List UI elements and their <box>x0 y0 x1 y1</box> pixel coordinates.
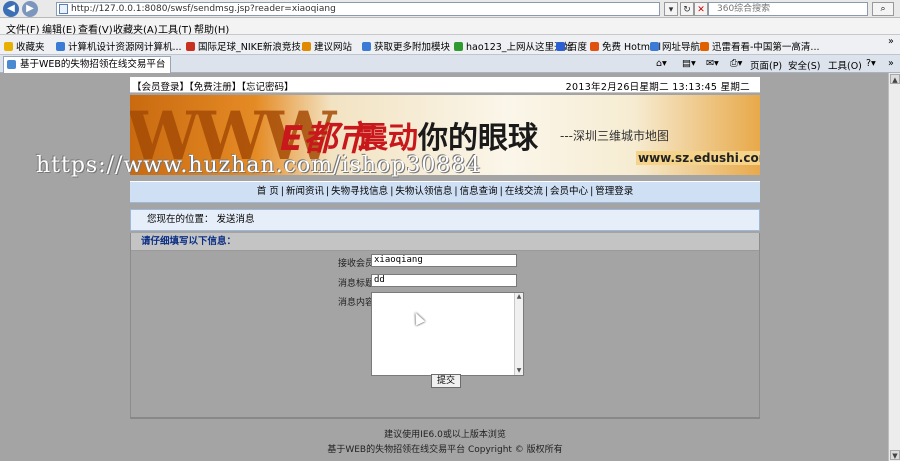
page-icon <box>650 42 659 51</box>
address-dropdown-icon[interactable]: ▾ <box>664 2 678 16</box>
favorite-link[interactable]: 建议网站 <box>302 39 352 53</box>
nav-lost-search[interactable]: 失物寻找信息 <box>331 186 388 197</box>
receiver-input[interactable]: xiaoqiang <box>371 254 517 267</box>
favorite-link[interactable]: 百度 <box>556 39 587 53</box>
page-icon <box>590 42 599 51</box>
page-viewport: 【会员登录】【免费注册】【忘记密码】 2013年2月26日星期二 13:13:4… <box>0 73 888 461</box>
send-message-form: 请仔细填写以下信息： 接收会员: xiaoqiang 消息标题: dd 消息内容… <box>130 233 760 417</box>
favorite-link[interactable]: 国际足球_NIKE新浪竞技... <box>186 39 310 53</box>
chevron-up-icon[interactable]: ▲ <box>890 74 900 84</box>
favorites-bar: 收藏夹 计算机设计资源网计算机... 国际足球_NIKE新浪竞技... 建议网站… <box>0 35 900 55</box>
page-icon <box>556 42 565 51</box>
nav-news[interactable]: 新闻资讯 <box>286 186 324 197</box>
page-icon <box>454 42 463 51</box>
page-icon <box>700 42 709 51</box>
forward-icon[interactable]: ▶ <box>22 1 38 17</box>
login-link[interactable]: 【会员登录】 <box>132 82 189 93</box>
address-bar-row: ◀ ▶ http://127.0.0.1:8080/swsf/sendmsg.j… <box>0 0 900 18</box>
menu-bar: 文件(F) 编辑(E) 查看(V) 收藏夹(A) 工具(T) 帮助(H) <box>0 18 900 36</box>
help-icon[interactable]: ?▾ <box>866 58 876 69</box>
nav-member-center[interactable]: 会员中心 <box>550 186 588 197</box>
menu-tools[interactable]: 工具(T) <box>158 21 192 36</box>
banner: WWW E都市 震动你的眼球 ---深圳三维城市地图 www.sz.edushi… <box>130 95 760 175</box>
page-scrollbar[interactable]: ▲ ▼ <box>888 73 900 461</box>
search-input[interactable]: 360综合搜索 <box>708 2 868 16</box>
chevron-right-icon[interactable]: » <box>888 36 894 47</box>
main-nav: 首 页 | 新闻资讯 | 失物寻找信息 | 失物认领信息 | 信息查询 | 在线交流 | 会员中心 | 管理… <box>130 181 760 203</box>
page-icon <box>59 4 68 14</box>
menu-security[interactable]: 安全(S) <box>788 58 820 72</box>
stop-icon[interactable]: ✕ <box>694 2 708 16</box>
page-icon <box>186 42 195 51</box>
search-icon[interactable]: ⌕ <box>872 2 894 16</box>
favorite-link[interactable]: 获取更多附加模块 <box>362 39 450 53</box>
menu-view[interactable]: 查看(V) <box>78 21 113 36</box>
chevron-up-icon[interactable]: ▲ <box>515 293 523 301</box>
menu-tools-cmd[interactable]: 工具(O) <box>828 58 862 72</box>
footer: 建议使用IE6.0或以上版本浏览 基于WEB的失物招领在线交易平台 Copyri… <box>130 417 760 461</box>
banner-slogan: 震动你的眼球 <box>358 121 538 156</box>
favorite-link[interactable]: 计算机设计资源网计算机... <box>56 39 182 53</box>
menu-page[interactable]: 页面(P) <box>750 58 782 72</box>
form-heading: 请仔细填写以下信息： <box>131 233 759 251</box>
nav-admin-login[interactable]: 管理登录 <box>595 186 633 197</box>
nav-home[interactable]: 首 页 <box>257 186 279 197</box>
banner-url: www.sz.edushi.com <box>636 151 760 165</box>
menu-file[interactable]: 文件(F) <box>6 21 40 36</box>
content-textarea[interactable]: ▲ ▼ <box>371 292 524 376</box>
favorite-link[interactable]: 迅雷看看-中国第一高清... <box>700 39 820 53</box>
breadcrumb: 您现在的位置： 发送消息 <box>130 209 760 231</box>
url-input[interactable]: http://127.0.0.1:8080/swsf/sendmsg.jsp?r… <box>56 2 660 16</box>
submit-button[interactable]: 提交 <box>431 374 461 388</box>
mouse-pointer-icon <box>410 310 426 326</box>
textarea-scrollbar[interactable]: ▲ ▼ <box>514 293 523 375</box>
forgot-password-link[interactable]: 【忘记密码】 <box>241 82 293 93</box>
page-icon <box>302 42 311 51</box>
mail-icon[interactable]: ✉▾ <box>706 58 719 69</box>
tab-bar: 基于WEB的失物招领在线交易平台 ⌂▾ ▤▾ ✉▾ ⎙▾ 页面(P) 安全(S)… <box>0 55 900 73</box>
register-link[interactable]: 【免费注册】 <box>189 82 241 93</box>
refresh-icon[interactable]: ↻ <box>680 2 694 16</box>
favorites-button[interactable]: 收藏夹 <box>4 39 45 53</box>
top-bar: 【会员登录】【免费注册】【忘记密码】 2013年2月26日星期二 13:13:4… <box>130 77 760 93</box>
banner-subtitle: ---深圳三维城市地图 <box>560 129 669 143</box>
feeds-icon[interactable]: ▤▾ <box>682 58 696 69</box>
back-icon[interactable]: ◀ <box>3 1 19 17</box>
chevron-down-icon[interactable]: ▼ <box>890 450 900 460</box>
menu-help[interactable]: 帮助(H) <box>194 21 229 36</box>
title-input[interactable]: dd <box>371 274 517 287</box>
nav-query[interactable]: 信息查询 <box>460 186 498 197</box>
nav-lost-claim[interactable]: 失物认领信息 <box>395 186 452 197</box>
print-icon[interactable]: ⎙▾ <box>730 58 742 69</box>
page-icon <box>362 42 371 51</box>
footer-browser-note: 建议使用IE6.0或以上版本浏览 <box>384 430 506 440</box>
footer-copyright: 基于WEB的失物招领在线交易平台 Copyright © 版权所有 <box>327 445 563 455</box>
favorite-link[interactable]: 网址导航 <box>650 39 700 53</box>
page-icon <box>56 42 65 51</box>
page-icon <box>7 60 16 69</box>
top-links: 【会员登录】【免费注册】【忘记密码】 <box>132 79 294 93</box>
date-display: 2013年2月26日星期二 13:13:45 星期二 <box>565 82 750 93</box>
home-icon[interactable]: ⌂▾ <box>656 58 667 69</box>
tab-active[interactable]: 基于WEB的失物招领在线交易平台 <box>3 56 171 73</box>
nav-chat[interactable]: 在线交流 <box>505 186 543 197</box>
star-icon <box>4 42 13 51</box>
menu-edit[interactable]: 编辑(E) <box>42 21 76 36</box>
chevron-down-icon[interactable]: ▼ <box>515 367 523 375</box>
site-container: 【会员登录】【免费注册】【忘记密码】 2013年2月26日星期二 13:13:4… <box>130 73 760 461</box>
menu-favorites[interactable]: 收藏夹(A) <box>113 21 158 36</box>
chevron-right-icon[interactable]: » <box>888 58 894 69</box>
